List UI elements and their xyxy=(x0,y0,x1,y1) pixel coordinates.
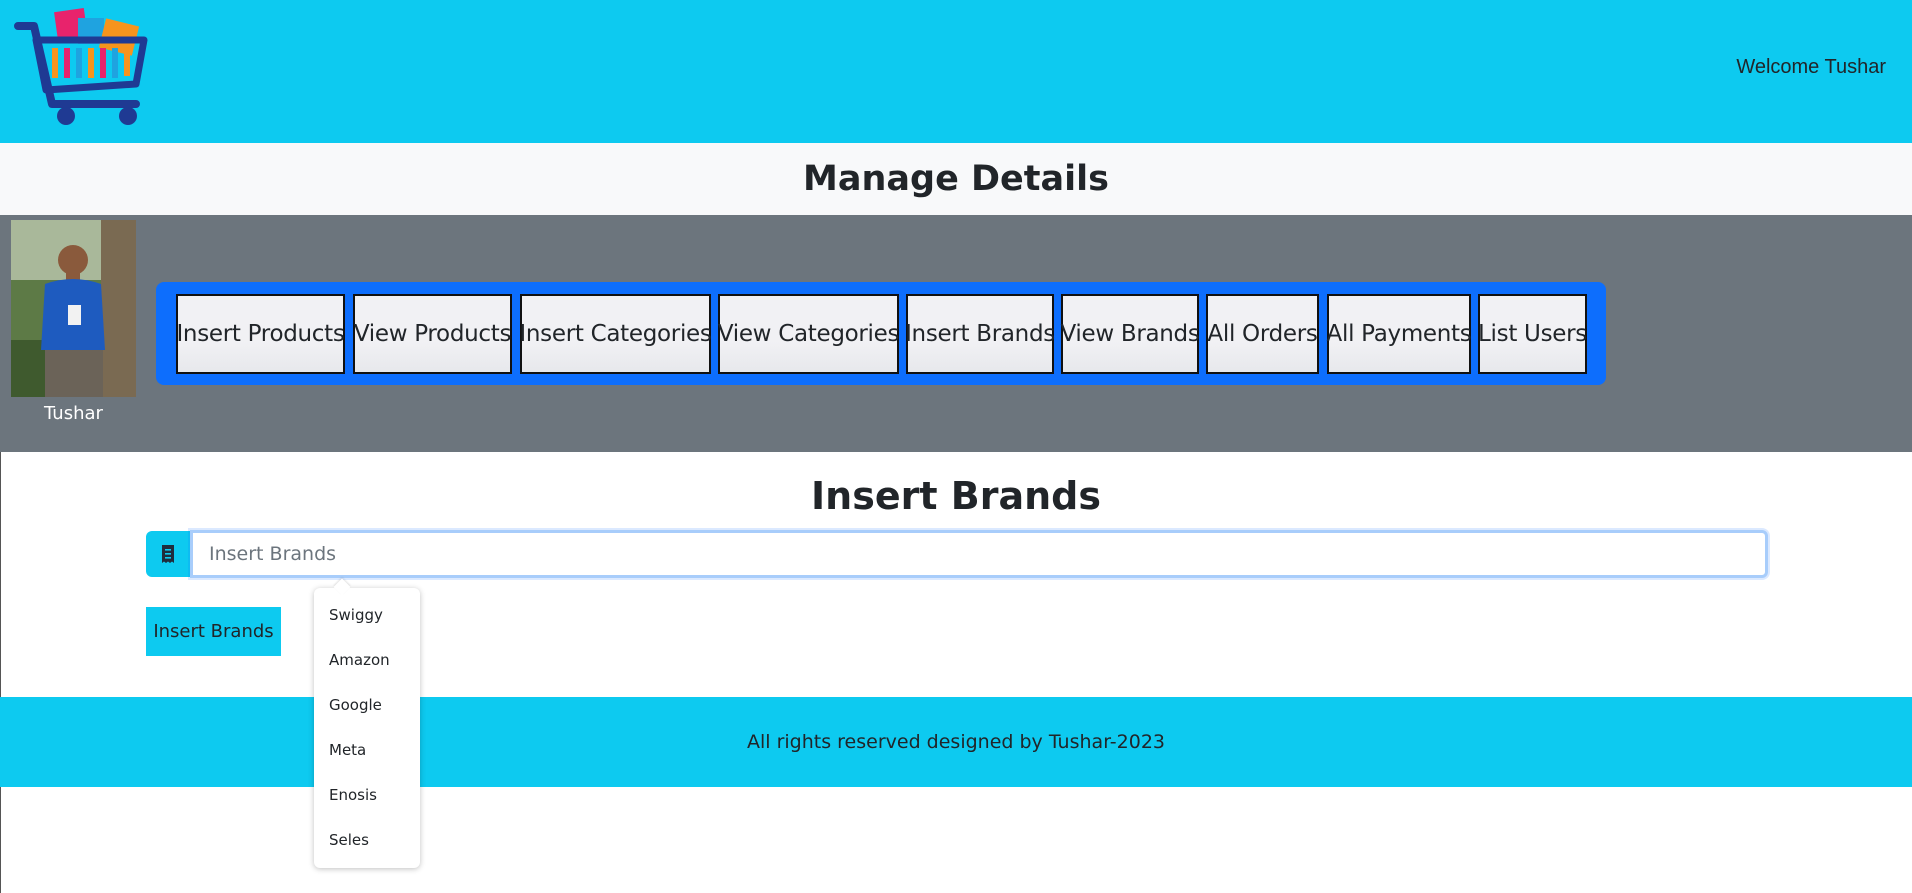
avatar xyxy=(11,220,136,397)
shopping-cart-icon[interactable] xyxy=(12,6,150,128)
insert-brands-button[interactable]: Insert Brands xyxy=(905,294,1055,374)
welcome-text: Welcome Tushar xyxy=(1736,56,1886,78)
autocomplete-option[interactable]: Meta xyxy=(329,738,366,762)
admin-panel: Tushar Insert Products View Products Ins… xyxy=(0,215,1912,452)
manage-details-header: Manage Details xyxy=(0,143,1912,215)
footer-text: All rights reserved designed by Tushar-2… xyxy=(746,731,1165,753)
autocomplete-option[interactable]: Amazon xyxy=(329,648,390,672)
receipt-icon xyxy=(146,531,190,577)
autocomplete-option[interactable]: Swiggy xyxy=(329,603,383,627)
view-products-button[interactable]: View Products xyxy=(353,294,512,374)
page-title: Manage Details xyxy=(803,159,1109,199)
list-users-button[interactable]: List Users xyxy=(1478,294,1587,374)
autocomplete-option[interactable]: Enosis xyxy=(329,783,377,807)
insert-categories-button[interactable]: Insert Categories xyxy=(519,294,712,374)
insert-products-button[interactable]: Insert Products xyxy=(176,294,345,374)
form-title: Insert Brands xyxy=(811,474,1101,518)
brand-title-input[interactable] xyxy=(190,530,1768,578)
admin-name: Tushar xyxy=(44,403,103,424)
autocomplete-dropdown: Swiggy Amazon Google Meta Enosis Seles xyxy=(314,588,420,868)
autocomplete-option[interactable]: Google xyxy=(329,693,382,717)
view-categories-button[interactable]: View Categories xyxy=(718,294,899,374)
all-orders-button[interactable]: All Orders xyxy=(1206,294,1319,374)
admin-profile: Tushar xyxy=(11,220,136,424)
top-navbar: Welcome Tushar xyxy=(0,0,1912,143)
autocomplete-option[interactable]: Seles xyxy=(329,828,369,852)
insert-brand-submit-button[interactable]: Insert Brands xyxy=(146,607,281,656)
footer: All rights reserved designed by Tushar-2… xyxy=(0,697,1912,787)
all-payments-button[interactable]: All Payments xyxy=(1327,294,1472,374)
brand-input-group xyxy=(146,530,1768,578)
view-brands-button[interactable]: View Brands xyxy=(1060,294,1200,374)
admin-nav: Insert Products View Products Insert Cat… xyxy=(156,282,1606,385)
